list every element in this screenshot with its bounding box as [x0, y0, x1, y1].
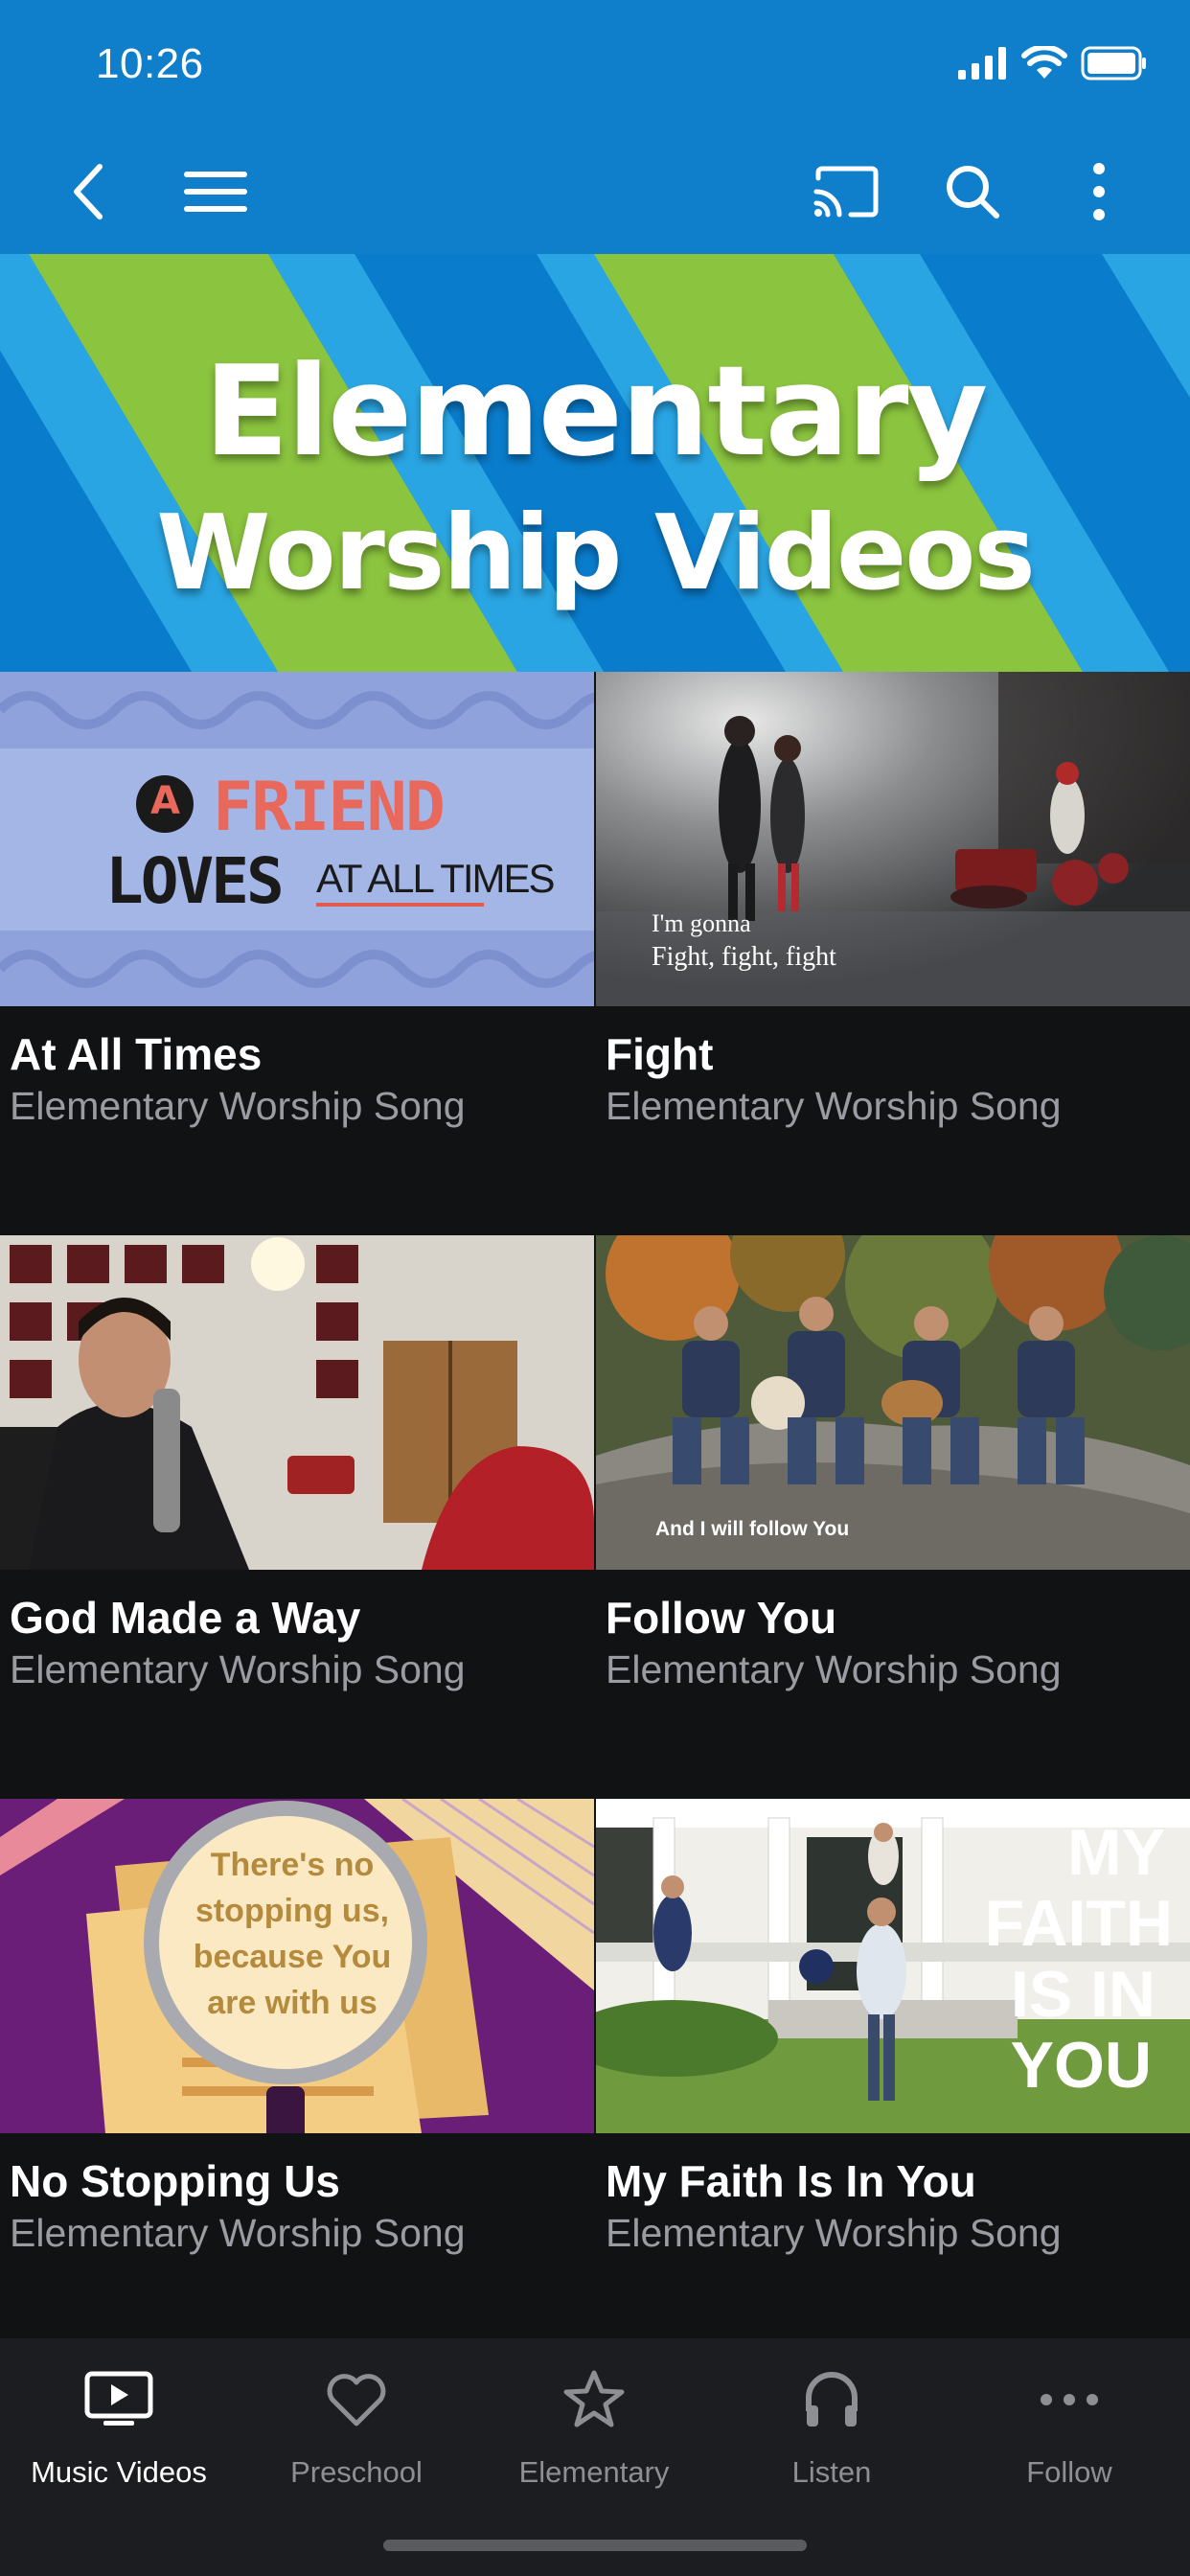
tab-label: Elementary	[518, 2455, 670, 2489]
thumb-text-loves: LOVES	[105, 844, 285, 918]
thumb-text-friend: FRIEND	[213, 768, 446, 846]
video-title: God Made a Way	[10, 1593, 361, 1643]
video-caption-2: Fight, fight, fight	[652, 942, 836, 972]
video-card-at-all-times[interactable]: A FRIEND LOVES AT ALL TIMES At All Times…	[0, 672, 594, 1235]
hamburger-icon	[184, 172, 247, 212]
thumb-text-a: A	[150, 779, 180, 823]
video-caption-1: I'm gonna	[652, 909, 751, 937]
tab-label: Preschool	[290, 2455, 423, 2489]
cast-icon	[813, 166, 879, 218]
thumb-text-line1: There's no	[210, 1847, 375, 1883]
video-thumbnail: A FRIEND LOVES AT ALL TIMES	[0, 672, 594, 1006]
play-screen-icon	[0, 2361, 238, 2438]
thumb-text-faith: FAITH	[984, 1887, 1173, 1960]
app-header: 10:26	[0, 0, 1190, 254]
tab-elementary[interactable]: Elementary	[475, 2338, 713, 2530]
video-title: Fight	[606, 1029, 714, 1079]
thumb-text-line2: stopping us,	[195, 1893, 390, 1929]
category-banner: Elementary Worship Videos	[0, 254, 1190, 672]
video-subtitle: Elementary Worship Song	[10, 1084, 466, 1128]
video-card-fight[interactable]: I'm gonna Fight, fight, fight Fight Elem…	[596, 672, 1190, 1235]
video-thumbnail: I'm gonna Fight, fight, fight	[596, 672, 1190, 1006]
menu-button[interactable]	[168, 144, 263, 240]
video-subtitle: Elementary Worship Song	[606, 1084, 1062, 1128]
tab-music-videos[interactable]: Music Videos	[0, 2338, 238, 2530]
thumb-text-line3: because You	[193, 1939, 392, 1975]
home-indicator	[383, 2540, 807, 2551]
more-vertical-icon	[1093, 163, 1105, 220]
battery-icon	[1081, 46, 1148, 85]
video-card-follow-you[interactable]: And I will follow You Follow You Element…	[596, 1235, 1190, 1799]
video-subtitle: Elementary Worship Song	[10, 1647, 466, 1691]
thumb-text-is-in: IS IN	[1010, 1958, 1156, 2031]
video-subtitle: Elementary Worship Song	[10, 2211, 466, 2255]
video-thumbnail	[0, 1235, 594, 1570]
tab-label: Listen	[791, 2455, 872, 2489]
chevron-left-icon	[74, 164, 103, 219]
nav-row	[0, 144, 1190, 240]
wifi-icon	[1021, 43, 1067, 85]
video-title: At All Times	[10, 1029, 263, 1079]
video-subtitle: Elementary Worship Song	[606, 2211, 1062, 2255]
signal-icon	[958, 46, 1008, 84]
tab-label: Follow	[1026, 2455, 1112, 2489]
thumb-text-you: YOU	[1010, 2029, 1152, 2102]
search-icon	[947, 166, 999, 218]
star-icon	[475, 2361, 713, 2438]
thumb-text-my: MY	[1067, 1816, 1165, 1889]
banner-title-line2: Worship Videos	[156, 494, 1036, 613]
thumb-text-at-all-times: AT ALL TIMES	[316, 856, 556, 901]
cast-button[interactable]	[798, 144, 894, 240]
tab-preschool[interactable]: Preschool	[238, 2338, 475, 2530]
video-card-my-faith-is-in-you[interactable]: MY FAITH IS IN YOU My Faith Is In You El…	[596, 1799, 1190, 2362]
banner-title-line1: Elementary	[203, 338, 988, 484]
status-time: 10:26	[96, 40, 204, 87]
search-button[interactable]	[925, 144, 1020, 240]
video-thumbnail: And I will follow You	[596, 1235, 1190, 1570]
thumb-text-line4: are with us	[207, 1985, 378, 2021]
status-icons	[958, 42, 1148, 88]
video-thumbnail: There's no stopping us, because You are …	[0, 1799, 594, 2133]
video-caption: And I will follow You	[655, 1518, 850, 1540]
video-subtitle: Elementary Worship Song	[606, 1647, 1062, 1691]
headphones-icon	[713, 2361, 950, 2438]
back-button[interactable]	[40, 144, 136, 240]
tab-label: Music Videos	[31, 2455, 207, 2489]
video-card-god-made-a-way[interactable]: God Made a Way Elementary Worship Song	[0, 1235, 594, 1799]
more-options-button[interactable]	[1051, 144, 1147, 240]
video-thumbnail: MY FAITH IS IN YOU	[596, 1799, 1190, 2133]
heart-icon	[238, 2361, 475, 2438]
video-card-no-stopping-us[interactable]: There's no stopping us, because You are …	[0, 1799, 594, 2362]
video-title: No Stopping Us	[10, 2156, 340, 2206]
tab-follow[interactable]: Follow	[950, 2338, 1188, 2530]
more-horizontal-icon	[950, 2361, 1188, 2438]
video-title: My Faith Is In You	[606, 2156, 976, 2206]
video-title: Follow You	[606, 1593, 837, 1643]
tab-listen[interactable]: Listen	[713, 2338, 950, 2530]
